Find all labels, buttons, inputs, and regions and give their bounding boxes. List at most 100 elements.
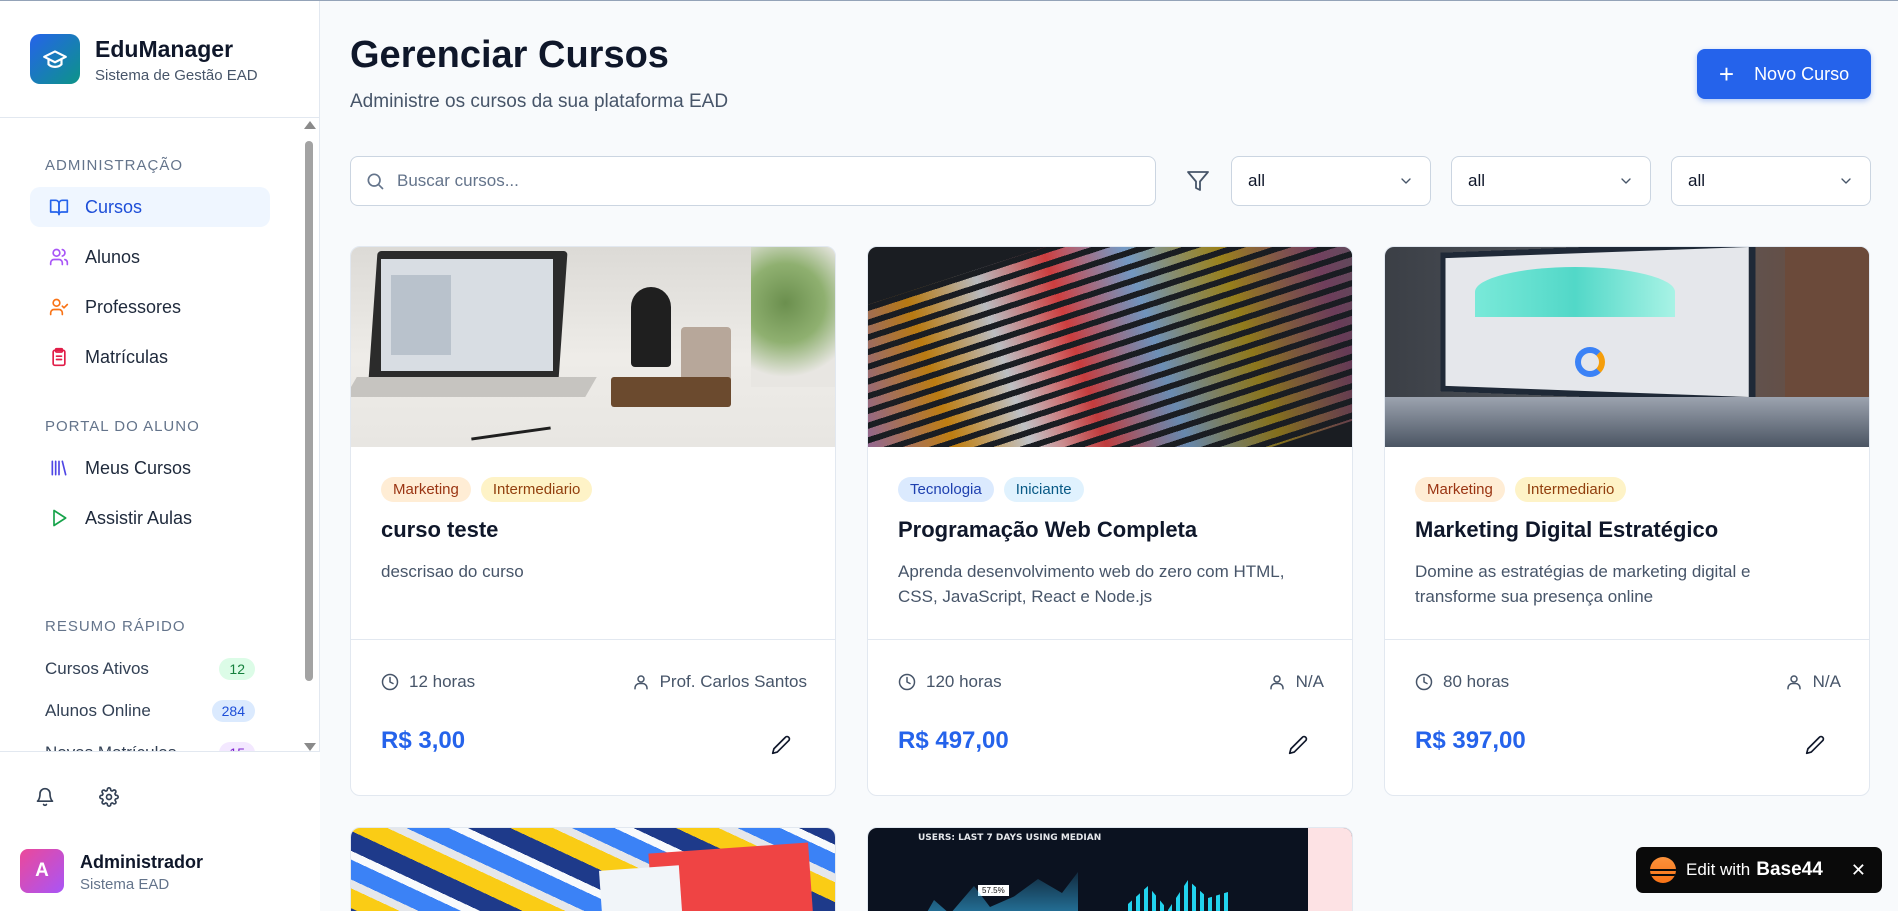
- clock-icon: [1415, 673, 1433, 691]
- course-description: Domine as estratégias de marketing digit…: [1415, 562, 1751, 606]
- user-icon: [1269, 675, 1284, 690]
- search-box[interactable]: [350, 156, 1156, 206]
- sidebar-item-professores[interactable]: Professores: [30, 287, 270, 327]
- user-icon: [633, 675, 648, 690]
- course-duration: 12 horas: [381, 672, 475, 692]
- instructor-value: N/A: [1295, 672, 1324, 691]
- pencil-icon: [771, 735, 791, 755]
- avatar[interactable]: A: [20, 849, 64, 893]
- clock-icon: [381, 673, 399, 691]
- chevron-down-icon: [1401, 178, 1411, 184]
- section-label-admin: ADMINISTRAÇÃO: [45, 157, 184, 174]
- count-badge: 284: [211, 700, 255, 722]
- level-badge: Iniciante: [1003, 477, 1084, 502]
- user-check-icon: [48, 296, 70, 318]
- course-price: R$ 3,00: [381, 727, 466, 754]
- graduation-cap-icon: [30, 34, 80, 84]
- course-card[interactable]: Marketing Intermediario Marketing Digita…: [1384, 246, 1870, 796]
- course-instructor: N/A: [1785, 672, 1841, 692]
- bell-button[interactable]: [27, 779, 63, 815]
- search-input[interactable]: [397, 171, 1097, 191]
- course-title: curso teste: [381, 517, 499, 542]
- level-badge: Intermediario: [480, 477, 593, 502]
- select-value: all: [1248, 171, 1266, 190]
- chevron-down-icon: [1841, 178, 1851, 184]
- course-price: R$ 397,00: [1415, 727, 1526, 754]
- pencil-icon: [1288, 735, 1308, 755]
- close-icon[interactable]: ✕: [1851, 860, 1866, 881]
- course-duration: 80 horas: [1415, 672, 1509, 692]
- card-divider: [351, 639, 835, 640]
- card-badges: Marketing Intermediario: [381, 477, 593, 502]
- course-title: Marketing Digital Estratégico: [1415, 517, 1719, 542]
- sidebar-item-label: Assistir Aulas: [85, 507, 193, 528]
- base44-brand: Base44: [1756, 859, 1823, 880]
- category-badge: Tecnologia: [898, 477, 994, 502]
- status-select[interactable]: all: [1671, 156, 1871, 206]
- duration-value: 120 horas: [926, 672, 1002, 691]
- course-card[interactable]: USERS: LAST 7 DAYS USING MEDIAN 57.5%: [867, 827, 1353, 911]
- filter-icon: [1183, 166, 1213, 196]
- level-select[interactable]: all: [1451, 156, 1651, 206]
- summary-label: Alunos Online: [45, 701, 151, 720]
- brand-header: EduManager Sistema de Gestão EAD: [0, 0, 320, 118]
- library-icon: [48, 457, 70, 479]
- sidebar-item-matriculas[interactable]: Matrículas: [30, 337, 270, 377]
- sidebar-item-cursos[interactable]: Cursos: [30, 187, 270, 227]
- card-badges: Tecnologia Iniciante: [898, 477, 1084, 502]
- user-name: Administrador: [80, 852, 204, 872]
- scroll-down-arrow[interactable]: [304, 743, 316, 751]
- new-course-button[interactable]: + Novo Curso: [1697, 49, 1871, 99]
- select-value: all: [1688, 171, 1706, 190]
- preview-value-text: 57.5%: [978, 885, 1009, 896]
- edit-course-button[interactable]: [767, 731, 795, 759]
- summary-novas-matriculas: Novas Matrículas 15: [45, 739, 255, 751]
- sidebar-item-label: Matrículas: [85, 346, 169, 367]
- user-role: Sistema EAD: [80, 876, 170, 893]
- course-card[interactable]: [350, 827, 836, 911]
- section-label-portal: PORTAL DO ALUNO: [45, 418, 200, 435]
- plus-icon: +: [1718, 59, 1735, 89]
- brand-subtitle: Sistema de Gestão EAD: [95, 67, 258, 84]
- course-card[interactable]: Marketing Intermediario curso teste desc…: [350, 246, 836, 796]
- select-value: all: [1468, 171, 1486, 190]
- sidebar-item-alunos[interactable]: Alunos: [30, 237, 270, 277]
- card-divider: [868, 639, 1352, 640]
- sidebar-scrollbar[interactable]: [302, 119, 316, 751]
- play-icon: [48, 507, 70, 529]
- main-content: Gerenciar Cursos Administre os cursos da…: [321, 0, 1898, 911]
- search-icon: [367, 173, 384, 190]
- bell-icon: [36, 787, 54, 807]
- new-course-label: Novo Curso: [1754, 63, 1850, 84]
- page-title: Gerenciar Cursos: [350, 34, 669, 76]
- scroll-thumb[interactable]: [305, 141, 313, 681]
- card-badges: Marketing Intermediario: [1415, 477, 1627, 502]
- summary-label: Novas Matrículas: [45, 743, 176, 751]
- chevron-down-icon: [1621, 178, 1631, 184]
- summary-cursos-ativos: Cursos Ativos 12: [45, 655, 255, 683]
- card-divider: [1385, 639, 1869, 640]
- sidebar-item-label: Cursos: [85, 196, 143, 217]
- edit-course-button[interactable]: [1801, 731, 1829, 759]
- category-select[interactable]: all: [1231, 156, 1431, 206]
- course-duration: 120 horas: [898, 672, 1002, 692]
- sidebar-item-meus-cursos[interactable]: Meus Cursos: [30, 448, 270, 488]
- page-subtitle: Administre os cursos da sua plataforma E…: [350, 91, 729, 112]
- settings-button[interactable]: [91, 779, 127, 815]
- base44-edit-banner[interactable]: Edit with Base44 ✕: [1636, 847, 1882, 893]
- sidebar-nav: ADMINISTRAÇÃO Cursos Alunos Professores …: [0, 119, 320, 751]
- base44-prefix: Edit with: [1686, 860, 1751, 879]
- sidebar-item-assistir-aulas[interactable]: Assistir Aulas: [30, 498, 270, 538]
- course-image-color-swatches: [351, 828, 835, 911]
- summary-alunos-online: Alunos Online 284: [45, 697, 255, 725]
- section-label-summary: RESUMO RÁPIDO: [45, 618, 186, 635]
- scroll-up-arrow[interactable]: [304, 121, 316, 129]
- clock-icon: [898, 673, 916, 691]
- sidebar-item-label: Professores: [85, 296, 182, 317]
- course-card[interactable]: Tecnologia Iniciante Programação Web Com…: [867, 246, 1353, 796]
- course-description: Aprenda desenvolvimento web do zero com …: [898, 562, 1285, 606]
- base44-logo-icon: [1650, 857, 1676, 883]
- gear-icon: [99, 787, 119, 807]
- course-instructor: N/A: [1268, 672, 1324, 692]
- edit-course-button[interactable]: [1284, 731, 1312, 759]
